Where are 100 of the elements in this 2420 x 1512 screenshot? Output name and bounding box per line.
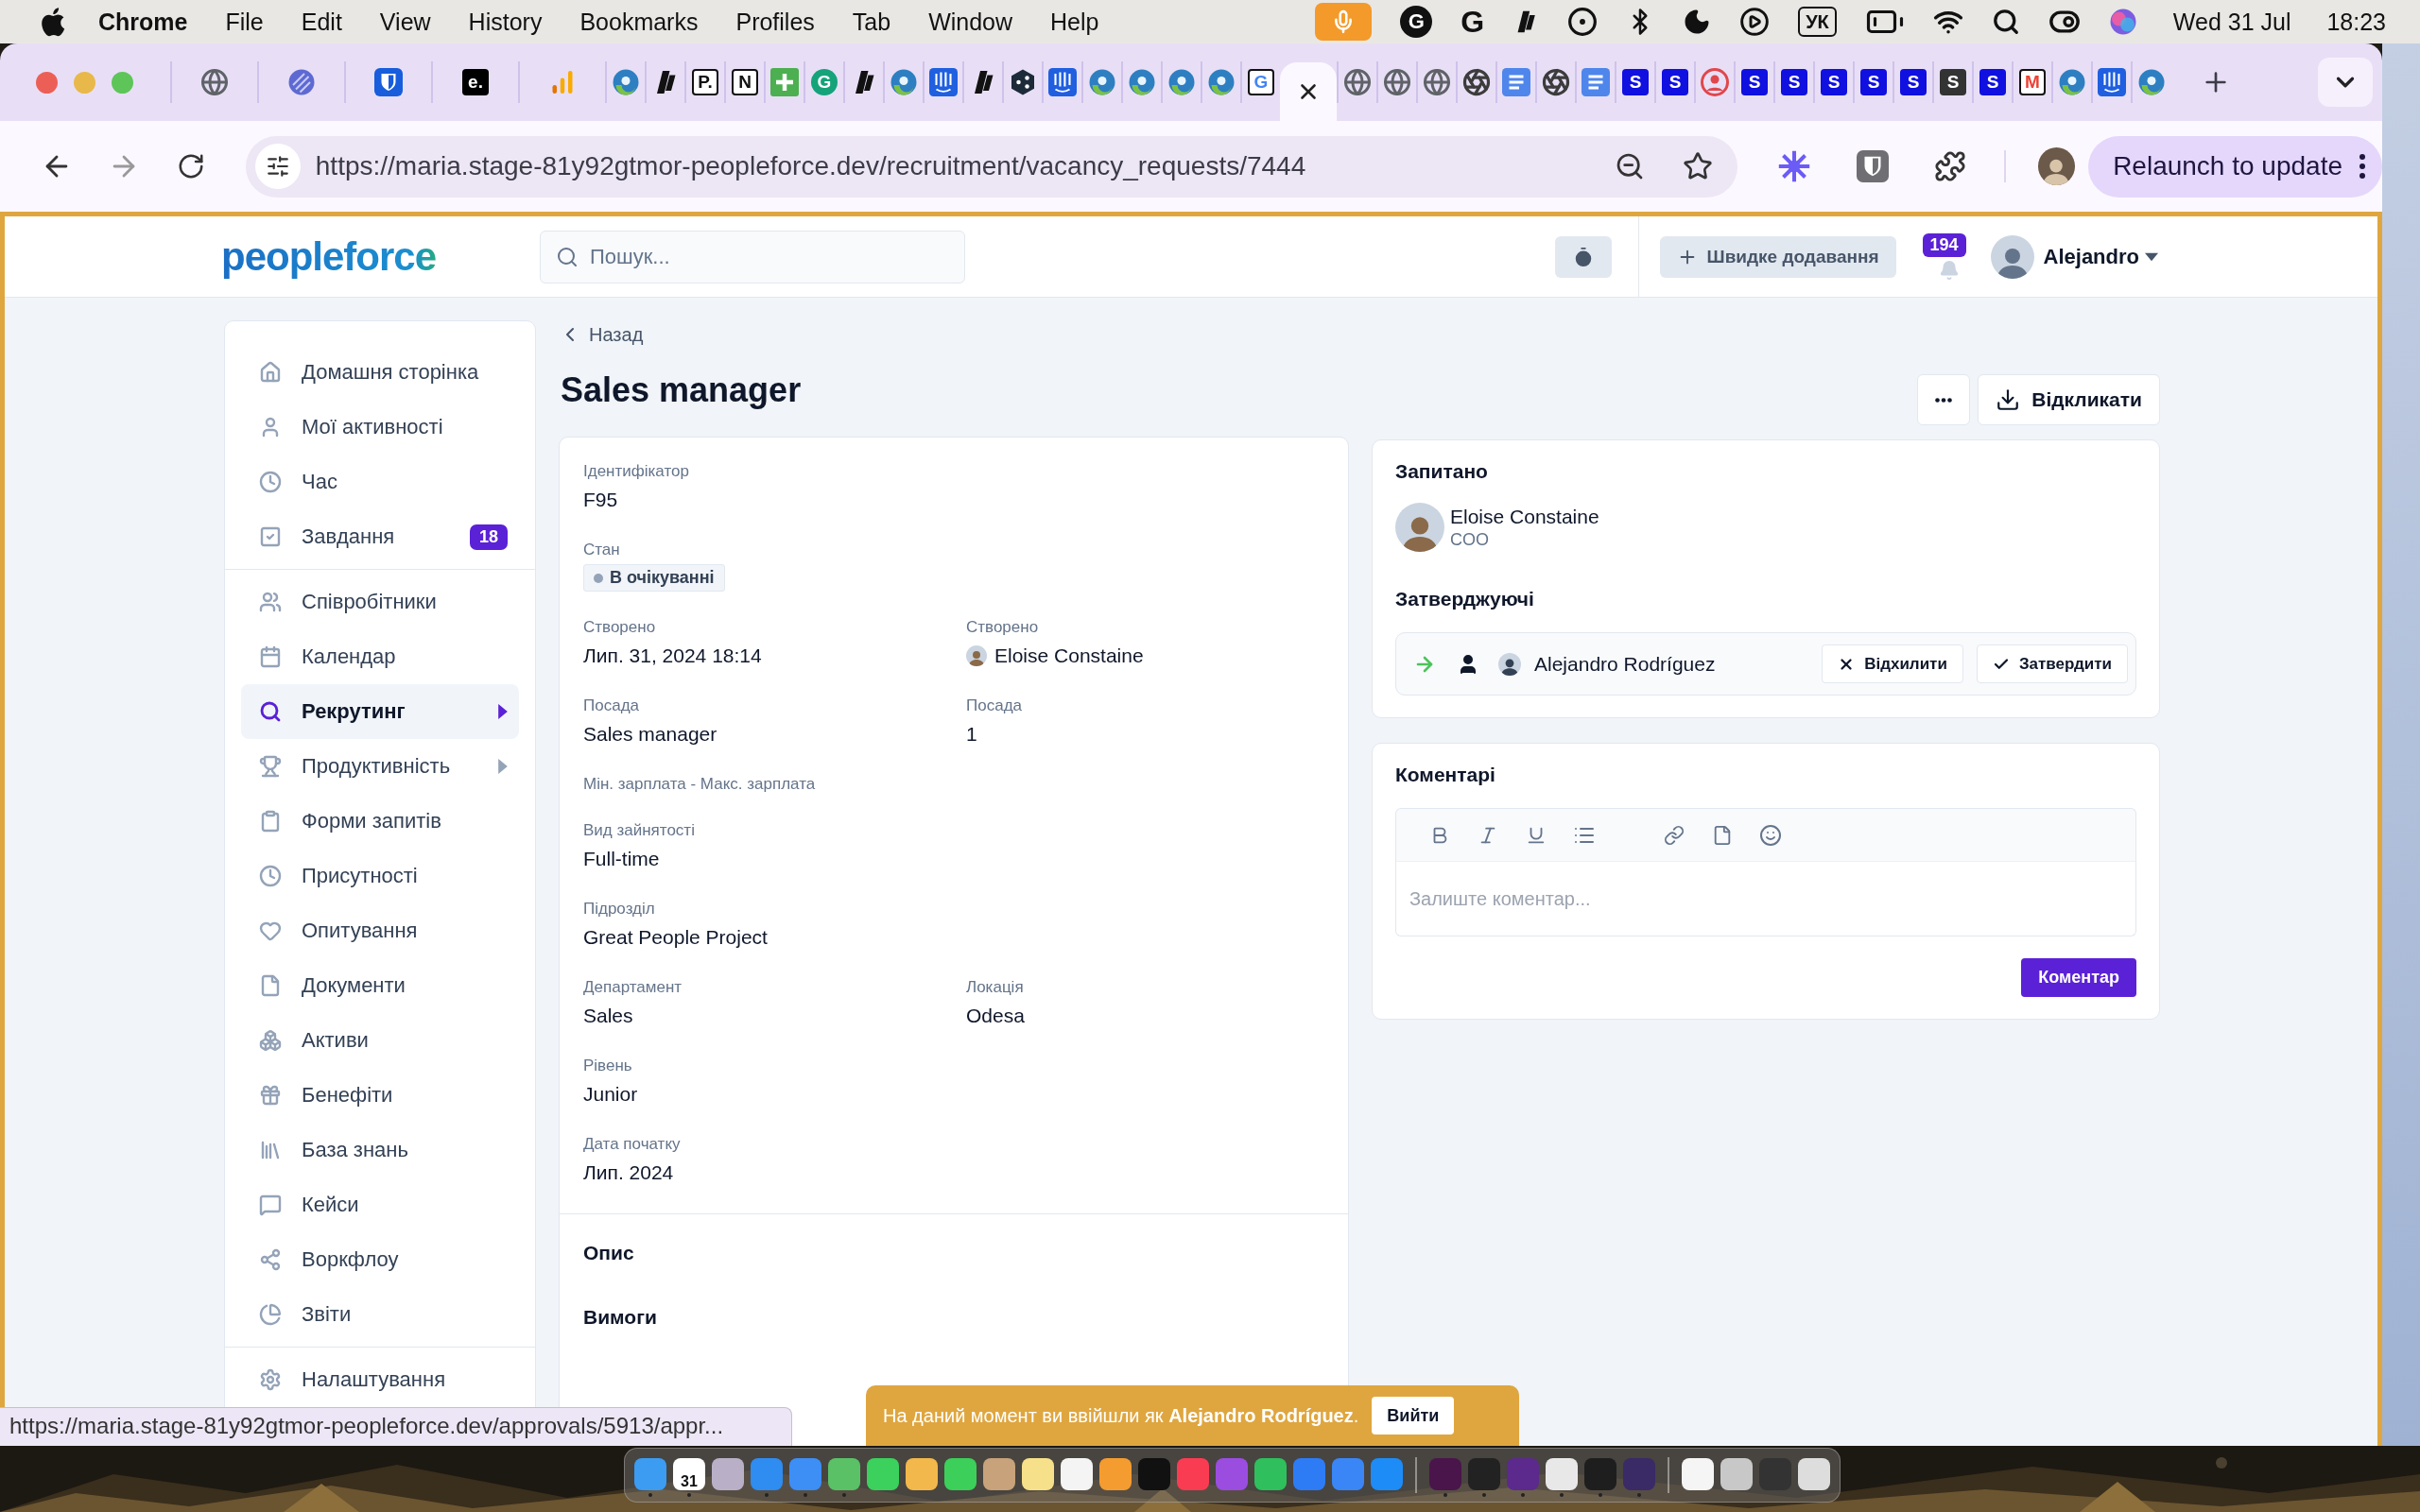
approve-button[interactable]: Затвердити	[1976, 644, 2128, 683]
globe-icon	[1343, 68, 1372, 96]
more-icon	[2360, 154, 2365, 179]
browser-tab[interactable]: S	[1734, 61, 1773, 103]
browser-tab[interactable]: S	[1932, 61, 1972, 103]
menu-item[interactable]: Bookmarks	[579, 8, 699, 36]
globe-icon	[200, 68, 229, 96]
caret-icon[interactable]	[2145, 251, 2158, 262]
app-icon[interactable]	[906, 1458, 938, 1490]
app-icon[interactable]	[983, 1458, 1015, 1490]
sidebar-item[interactable]: Бенефіти	[241, 1068, 519, 1123]
search-field[interactable]: Пошук...	[588, 243, 947, 270]
sidebar-item[interactable]: Домашня сторінка	[241, 345, 519, 400]
tab-search-button[interactable]	[2318, 58, 2373, 107]
app-icon[interactable]	[1682, 1458, 1714, 1490]
section-title: Вимоги	[583, 1305, 658, 1330]
sidebar-item[interactable]: База знань	[241, 1123, 519, 1177]
sidebar-item[interactable]: Присутності	[241, 849, 519, 903]
profile-avatar[interactable]	[2037, 147, 2076, 185]
app-icon[interactable]	[1798, 1458, 1830, 1490]
app-icon[interactable]	[944, 1458, 977, 1490]
sidebar-item[interactable]: Воркфлоу	[241, 1232, 519, 1287]
app-icon[interactable]	[1546, 1458, 1578, 1490]
sidebar-item[interactable]: Звіти	[241, 1287, 519, 1342]
quick-add-button[interactable]: Швидке додавання	[1659, 235, 1896, 278]
menu-item[interactable]: View	[379, 8, 431, 36]
browser-tab[interactable]: S	[1773, 61, 1813, 103]
withdraw-button[interactable]: Відкликати	[1978, 374, 2160, 425]
browser-tab[interactable]	[1280, 62, 1337, 121]
site-settings-button[interactable]	[254, 144, 301, 189]
input-source[interactable]: УК	[1798, 7, 1837, 37]
comment-button[interactable]: Коментар	[2021, 958, 2136, 997]
siri-icon[interactable]	[2108, 8, 2137, 36]
sidebar-item[interactable]: Час	[241, 455, 519, 509]
app-menu[interactable]: Chrome	[98, 8, 188, 36]
sidebar-item[interactable]: Співробітники	[241, 575, 519, 629]
field-label: Департамент	[583, 977, 683, 998]
reject-button[interactable]: Відхилити	[1822, 644, 1963, 683]
browser-tab[interactable]: G	[1240, 61, 1280, 103]
address-bar[interactable]: https://maria.stage-81y92gtmor-peopleforce.dev/recruitment/vacancy_requests/7444	[245, 135, 1737, 198]
menu-item[interactable]: Window	[928, 8, 1013, 36]
browser-tab[interactable]: S	[1853, 61, 1893, 103]
sidebar-item[interactable]: Документи	[241, 958, 519, 1013]
close-window-icon[interactable]	[36, 71, 58, 94]
menu-item[interactable]: Tab	[852, 8, 891, 36]
browser-tab[interactable]: N	[724, 61, 764, 103]
app-icon[interactable]	[1061, 1458, 1093, 1490]
browser-tab[interactable]: S	[1813, 61, 1853, 103]
sidebar-item[interactable]: Опитування	[241, 903, 519, 958]
app-icon[interactable]	[1022, 1458, 1054, 1490]
app-icon[interactable]	[828, 1458, 860, 1490]
browser-tab[interactable]: S	[1972, 61, 2012, 103]
menu-item[interactable]: Help	[1050, 8, 1099, 36]
field-label: Дата початку	[583, 1134, 682, 1155]
record-icon[interactable]	[1567, 7, 1599, 37]
sidebar-item[interactable]: Рекрутинг	[241, 684, 519, 739]
field-value: Great People Project	[583, 925, 769, 950]
field-value: 1	[966, 722, 978, 747]
browser-tab[interactable]: S	[1893, 61, 1932, 103]
users-icon	[259, 591, 282, 613]
person-name[interactable]: Eloise Constaine	[1450, 505, 1599, 529]
menu-item[interactable]: History	[468, 8, 543, 36]
menu-item[interactable]: Profiles	[735, 8, 815, 36]
browser-tab[interactable]: P.	[684, 61, 724, 103]
sidebar-item[interactable]: Завдання 18	[241, 509, 519, 564]
sidebar-item[interactable]: Мої активності	[241, 400, 519, 455]
menu-extra-icon[interactable]: G	[1400, 6, 1433, 38]
app-icon[interactable]	[867, 1458, 899, 1490]
browser-tab[interactable]: e.	[431, 61, 518, 103]
logout-button[interactable]: Вийти	[1372, 1397, 1455, 1435]
user-name[interactable]: Alejandro	[2043, 244, 2139, 269]
site-icon: S	[1781, 69, 1807, 95]
app-icon[interactable]	[712, 1458, 744, 1490]
timer-button[interactable]	[1554, 235, 1612, 278]
comment-field[interactable]: Залиште коментар...	[1395, 862, 2136, 936]
avatar	[1395, 503, 1444, 552]
app-icon[interactable]	[1720, 1458, 1753, 1490]
app-icon[interactable]	[1099, 1458, 1132, 1490]
app-icon[interactable]	[1254, 1458, 1287, 1490]
calendar-app-icon[interactable]: 31	[673, 1458, 705, 1490]
sidebar-item[interactable]: Налаштування	[241, 1352, 519, 1407]
notifications-button[interactable]: 194	[1922, 232, 1976, 281]
sidebar-item[interactable]: Продуктивність	[241, 739, 519, 794]
search-box[interactable]: Пошук...	[540, 230, 965, 284]
browser-tab[interactable]: S	[1615, 61, 1654, 103]
sidebar-item[interactable]: Форми запитів	[241, 794, 519, 849]
back-link[interactable]: Назад	[559, 320, 1349, 349]
browser-tab[interactable]: S	[1654, 61, 1694, 103]
relaunch-button[interactable]: Relaunch to update	[2088, 135, 2382, 198]
browser-tab[interactable]: M	[2012, 61, 2051, 103]
menu-item[interactable]: File	[225, 8, 264, 36]
search-icon[interactable]	[1991, 8, 2020, 36]
field-label: Мін. зарплата - Макс. зарплата	[583, 774, 817, 795]
sidebar-item[interactable]: Календар	[241, 629, 519, 684]
sidebar-item[interactable]: Кейси	[241, 1177, 519, 1232]
menu-extra-icon[interactable]: G	[1461, 4, 1485, 40]
menu-item[interactable]: Edit	[301, 8, 342, 36]
sidebar-item[interactable]: Активи	[241, 1013, 519, 1068]
play-icon[interactable]	[1739, 7, 1771, 37]
shield-icon	[1856, 150, 1889, 182]
